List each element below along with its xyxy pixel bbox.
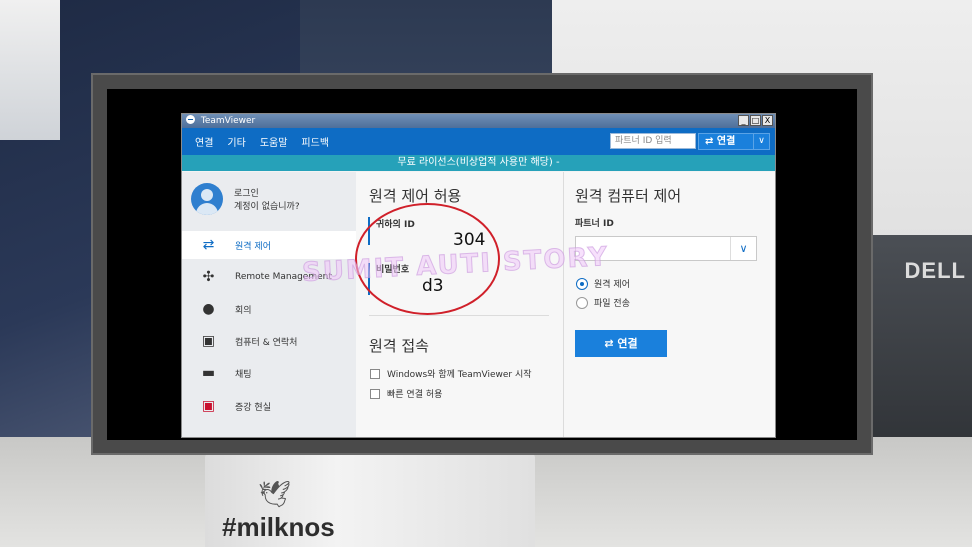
remote-access-title: 원격 접속 [369, 337, 429, 355]
maximize-button[interactable]: □ [750, 115, 761, 126]
sidebar-item-computers-contacts[interactable]: ▣ 컴퓨터 & 연락처 [182, 327, 356, 355]
sidebar-item-label: 원격 제어 [235, 241, 271, 252]
remote-control-radio[interactable] [576, 277, 588, 290]
partner-id-quick-input[interactable]: 파트너 ID 입력 [610, 133, 696, 149]
swap-arrows-icon: ⇄ [604, 337, 614, 350]
menu-help[interactable]: 도움말 [260, 134, 288, 149]
minimize-button[interactable]: _ [738, 115, 749, 126]
window-title: TeamViewer [200, 116, 256, 126]
meeting-icon: ● [202, 301, 215, 317]
chevron-down-icon[interactable]: ∨ [753, 134, 769, 149]
sidebar-item-label: 회의 [235, 305, 252, 316]
connect-button[interactable]: ⇄ 연결 [575, 330, 667, 357]
dell-logo: DELL [904, 258, 966, 283]
close-button[interactable]: X [762, 115, 773, 126]
twitter-bird-icon: 🕊 [258, 480, 292, 510]
swap-arrows-icon: ⇄ [705, 136, 714, 147]
no-account-link[interactable]: 계정이 없습니까? [234, 201, 344, 214]
sidebar-item-chat[interactable]: ▬ 채팅 [182, 359, 356, 387]
chat-icon: ▬ [201, 365, 216, 381]
easy-access-option[interactable]: 빠른 연결 허용 [370, 387, 442, 400]
sidebar-item-label: 채팅 [235, 369, 252, 380]
start-with-windows-checkbox[interactable] [370, 368, 380, 379]
background-panel [0, 0, 60, 140]
license-banner: 무료 라이선스(비상업적 사용만 해당) - [182, 155, 775, 171]
sidebar: 로그인 계정이 없습니까? ⇄ 원격 제어 ✣ Remote Managemen… [182, 172, 356, 437]
mode-file-transfer[interactable]: 파일 전송 [576, 296, 630, 309]
easy-access-label: 빠른 연결 허용 [387, 390, 443, 400]
quick-connect-button[interactable]: ⇄ 연결 ∨ [698, 133, 770, 150]
mode-remote-control[interactable]: 원격 제어 [576, 277, 630, 290]
quick-connect-label: 연결 [716, 136, 736, 147]
sign-in-link[interactable]: 로그인 [234, 188, 344, 201]
easy-access-checkbox[interactable] [370, 388, 380, 399]
connect-button-label: 연결 [617, 337, 638, 350]
menu-connection[interactable]: 연결 [195, 134, 213, 149]
swap-arrows-icon: ⇄ [202, 237, 215, 253]
menu-feedback[interactable]: 피드백 [301, 134, 329, 149]
file-transfer-radio-label: 파일 전송 [594, 299, 630, 309]
start-with-windows-label: Windows와 함께 TeamViewer 시작 [387, 370, 532, 380]
contacts-icon: ▣ [201, 333, 216, 349]
control-remote-title: 원격 컴퓨터 제어 [575, 187, 682, 205]
management-icon: ✣ [202, 269, 215, 285]
section-divider [369, 315, 549, 316]
sidebar-item-remote-control[interactable]: ⇄ 원격 제어 [182, 231, 356, 259]
menu-bar: 연결 기타 도움말 피드백 파트너 ID 입력 ⇄ 연결 ∨ [182, 128, 775, 155]
sidebar-item-label: 증강 현실 [235, 402, 271, 413]
teamviewer-logo-icon [186, 115, 195, 124]
partner-id-label: 파트너 ID [575, 219, 614, 229]
title-bar: TeamViewer _ □ X [182, 114, 775, 128]
start-with-windows-option[interactable]: Windows와 함께 TeamViewer 시작 [370, 367, 532, 380]
sidebar-item-augmented-reality[interactable]: ▣ 증강 현실 [182, 392, 356, 420]
remote-control-radio-label: 원격 제어 [594, 280, 630, 290]
avatar[interactable] [191, 183, 223, 215]
menu-extras[interactable]: 기타 [227, 134, 245, 149]
sidebar-item-label: 컴퓨터 & 연락처 [235, 337, 298, 348]
augmented-reality-icon: ▣ [201, 398, 216, 414]
column-divider [563, 172, 564, 437]
sidebar-item-meeting[interactable]: ● 회의 [182, 295, 356, 323]
mug-text: #milknos [222, 512, 335, 542]
file-transfer-radio[interactable] [576, 296, 588, 309]
chevron-down-icon[interactable]: ∨ [730, 237, 756, 260]
